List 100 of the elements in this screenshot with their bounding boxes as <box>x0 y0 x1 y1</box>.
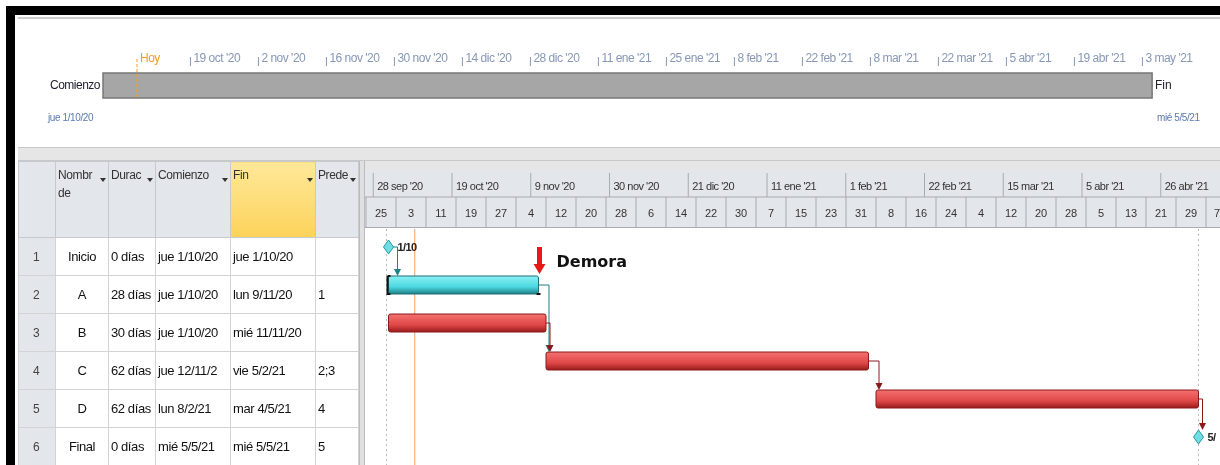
tick-label: 5 abr '21 <box>1009 51 1052 65</box>
tick-label: 8 mar '21 <box>873 51 919 65</box>
tick-label: 22 mar '21 <box>941 51 993 65</box>
timescale-label: 29 <box>1184 207 1198 219</box>
timescale-label: 11 <box>435 207 447 219</box>
timescale-label: 26 abr '21 <box>1164 180 1209 192</box>
timescale-label: 14 <box>674 207 688 219</box>
timescale-label: 15 <box>794 207 808 219</box>
row-number[interactable]: 5 <box>18 389 56 428</box>
today-marker <box>136 58 138 98</box>
tick-label: 8 feb '21 <box>737 51 779 65</box>
row-number[interactable]: 2 <box>18 275 56 314</box>
tick-mark <box>1005 56 1007 67</box>
timescale-label: 16 <box>914 207 928 219</box>
table-cell: 28 días <box>108 275 156 314</box>
timescale-label: 7 <box>1213 207 1220 219</box>
tick-label: 14 dic '20 <box>465 51 512 65</box>
timescale-label: 20 <box>584 207 598 219</box>
today-label: Hoy <box>140 51 160 65</box>
timescale-label: 30 nov '20 <box>613 180 659 192</box>
tick-mark <box>733 56 735 67</box>
column-header[interactable]: Prede <box>315 161 359 238</box>
table-cell: mar 4/5/21 <box>230 389 316 428</box>
tick-label: 19 abr '21 <box>1077 51 1126 65</box>
timescale-label: 21 dic '20 <box>692 180 734 192</box>
tick-label: 22 feb '21 <box>805 51 853 65</box>
column-header[interactable]: Comienzo <box>155 161 231 238</box>
tick-label: 2 nov '20 <box>261 51 306 65</box>
table-cell: 0 días <box>108 427 156 465</box>
column-header[interactable]: Durac <box>108 161 156 238</box>
finish-label: Fin <box>1155 78 1172 92</box>
timescale-label: 22 <box>704 207 718 219</box>
table-cell: jue 1/10/20 <box>155 313 231 352</box>
timescale-label: 8 <box>887 207 895 219</box>
tick-label: 19 oct '20 <box>193 51 241 65</box>
table-cell: D <box>55 389 109 428</box>
table-cell: B <box>55 313 109 352</box>
table-cell: jue 1/10/20 <box>155 237 231 276</box>
column-header[interactable]: Nombr de <box>55 161 109 238</box>
table-cell: Inicio <box>55 237 109 276</box>
timescale-label: 19 <box>464 207 478 219</box>
table-cell: jue 1/10/20 <box>230 237 316 276</box>
tick-mark <box>1141 56 1143 67</box>
tick-mark <box>529 56 531 67</box>
table-cell: jue 1/10/20 <box>155 275 231 314</box>
milestone-label: 5/ <box>1207 431 1216 443</box>
timescale-label: 28 <box>614 207 628 219</box>
timescale-label: 6 <box>647 207 655 219</box>
timescale-label: 30 <box>734 207 748 219</box>
timescale-label: 25 <box>374 207 388 219</box>
row-number[interactable]: 6 <box>18 427 56 465</box>
timescale-label: 22 feb '21 <box>928 180 972 192</box>
table-cell: vie 5/2/21 <box>230 351 316 390</box>
tick-label: 30 nov '20 <box>397 51 448 65</box>
tick-mark <box>869 56 871 67</box>
table-cell: 1 <box>315 275 359 314</box>
table-cell: 62 días <box>108 389 156 428</box>
timescale-label: 5 <box>1097 207 1105 219</box>
tick-mark <box>257 56 259 67</box>
tick-mark <box>597 56 599 67</box>
timescale-label: 9 nov '20 <box>534 180 575 192</box>
tick-mark <box>665 56 667 67</box>
milestone-label: 1/10 <box>397 241 417 253</box>
timescale-label: 12 <box>1004 207 1018 219</box>
timescale-label: 21 <box>1154 207 1168 219</box>
milestone-marker <box>1193 429 1204 445</box>
table-cell: C <box>55 351 109 390</box>
timescale-label: 15 mar '21 <box>1007 180 1054 192</box>
start-date: jue 1/10/20 <box>48 112 94 123</box>
tick-mark <box>189 56 191 67</box>
timescale-label: 3 <box>407 207 415 219</box>
table-cell: A <box>55 275 109 314</box>
timescale-label: 20 <box>1034 207 1048 219</box>
dependency-arrow <box>1198 398 1206 430</box>
table-cell: lun 8/2/21 <box>155 389 231 428</box>
timescale-label: 12 <box>554 207 568 219</box>
row-number[interactable]: 4 <box>18 351 56 390</box>
row-number[interactable]: 1 <box>18 237 56 276</box>
table-cell: 4 <box>315 389 359 428</box>
timescale-label: 19 oct '20 <box>456 180 499 192</box>
table-cell: 2;3 <box>315 351 359 390</box>
tick-label: 11 ene '21 <box>601 51 652 65</box>
tick-label: 25 ene '21 <box>669 51 721 65</box>
timescale-label: 4 <box>977 207 985 219</box>
timescale-label: 28 <box>1064 207 1078 219</box>
finish-date: mié 5/5/21 <box>1157 112 1200 123</box>
table-cell: mié 11/11/20 <box>230 313 316 352</box>
timescale-label: 28 sep '20 <box>377 180 423 192</box>
tick-mark <box>461 56 463 67</box>
tick-mark <box>1073 56 1075 67</box>
timescale-label: 1 feb '21 <box>849 180 888 192</box>
dependency-arrow <box>868 360 883 390</box>
column-header[interactable]: Fin <box>230 161 316 238</box>
tick-label: 3 may '21 <box>1145 51 1193 65</box>
tick-mark <box>393 56 395 67</box>
tick-label: 28 dic '20 <box>533 51 580 65</box>
table-cell: lun 9/11/20 <box>230 275 316 314</box>
tick-mark <box>937 56 939 67</box>
row-number[interactable]: 3 <box>18 313 56 352</box>
timescale-label: 23 <box>824 207 838 219</box>
